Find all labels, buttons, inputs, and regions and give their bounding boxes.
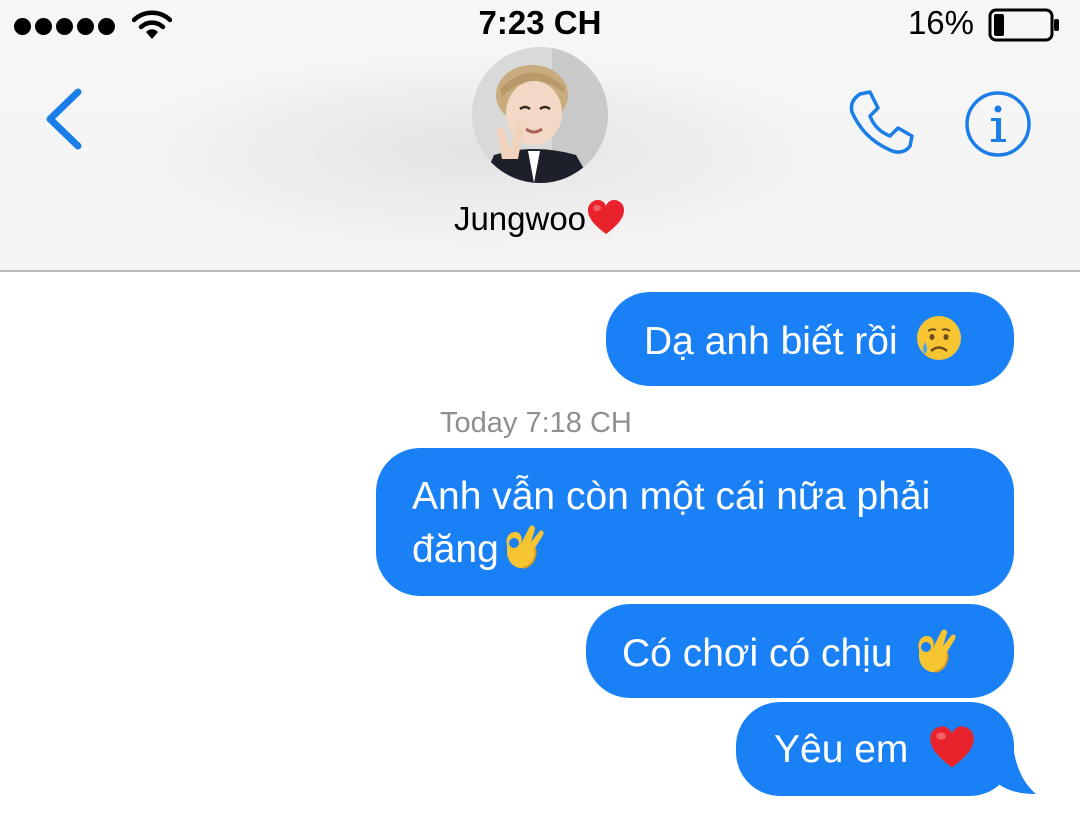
crying-face-emoji-icon (916, 316, 961, 360)
message-text-line-1: Anh vẫn còn một cái nữa phải (412, 475, 931, 518)
contact-name[interactable]: Jungwoo (0, 198, 1080, 238)
heart-emoji-icon (588, 200, 625, 234)
message-timestamp: Today 7:18 CH (440, 407, 632, 439)
info-icon[interactable] (964, 90, 1032, 158)
avatar[interactable] (472, 47, 608, 183)
message-bubble[interactable]: Anh vẫn còn một cái nữa phải đăng (376, 448, 1014, 596)
message-bubble[interactable]: Dạ anh biết rồi (606, 292, 1014, 386)
ok-hand-emoji-icon (918, 629, 956, 673)
ok-hand-emoji-icon (506, 525, 544, 569)
avatar-photo (472, 47, 608, 183)
message-text: Dạ anh biết rồi (644, 320, 898, 363)
message-text: Có chơi có chịu (622, 632, 893, 675)
message-text: Yêu em (774, 728, 909, 771)
battery-low-icon (988, 8, 1059, 42)
battery-percentage: 16% (907, 4, 974, 41)
message-bubble[interactable]: Yêu em (736, 702, 1014, 796)
messages-screen: Jungwoo 7:23 CH 16% Dạ anh biết rồi Toda… (0, 0, 1080, 829)
message-text-line-2: đăng (412, 528, 499, 571)
chevron-left-icon[interactable] (40, 86, 88, 152)
contact-name-text: Jungwoo (453, 200, 587, 237)
message-list[interactable]: Dạ anh biết rồi Today 7:18 CH Anh vẫn cò… (0, 272, 1080, 829)
status-bar: 7:23 CH 16% (0, 0, 1080, 50)
phone-icon[interactable] (846, 88, 916, 158)
message-bubble[interactable]: Có chơi có chịu (586, 604, 1014, 698)
heart-emoji-icon (930, 726, 975, 768)
